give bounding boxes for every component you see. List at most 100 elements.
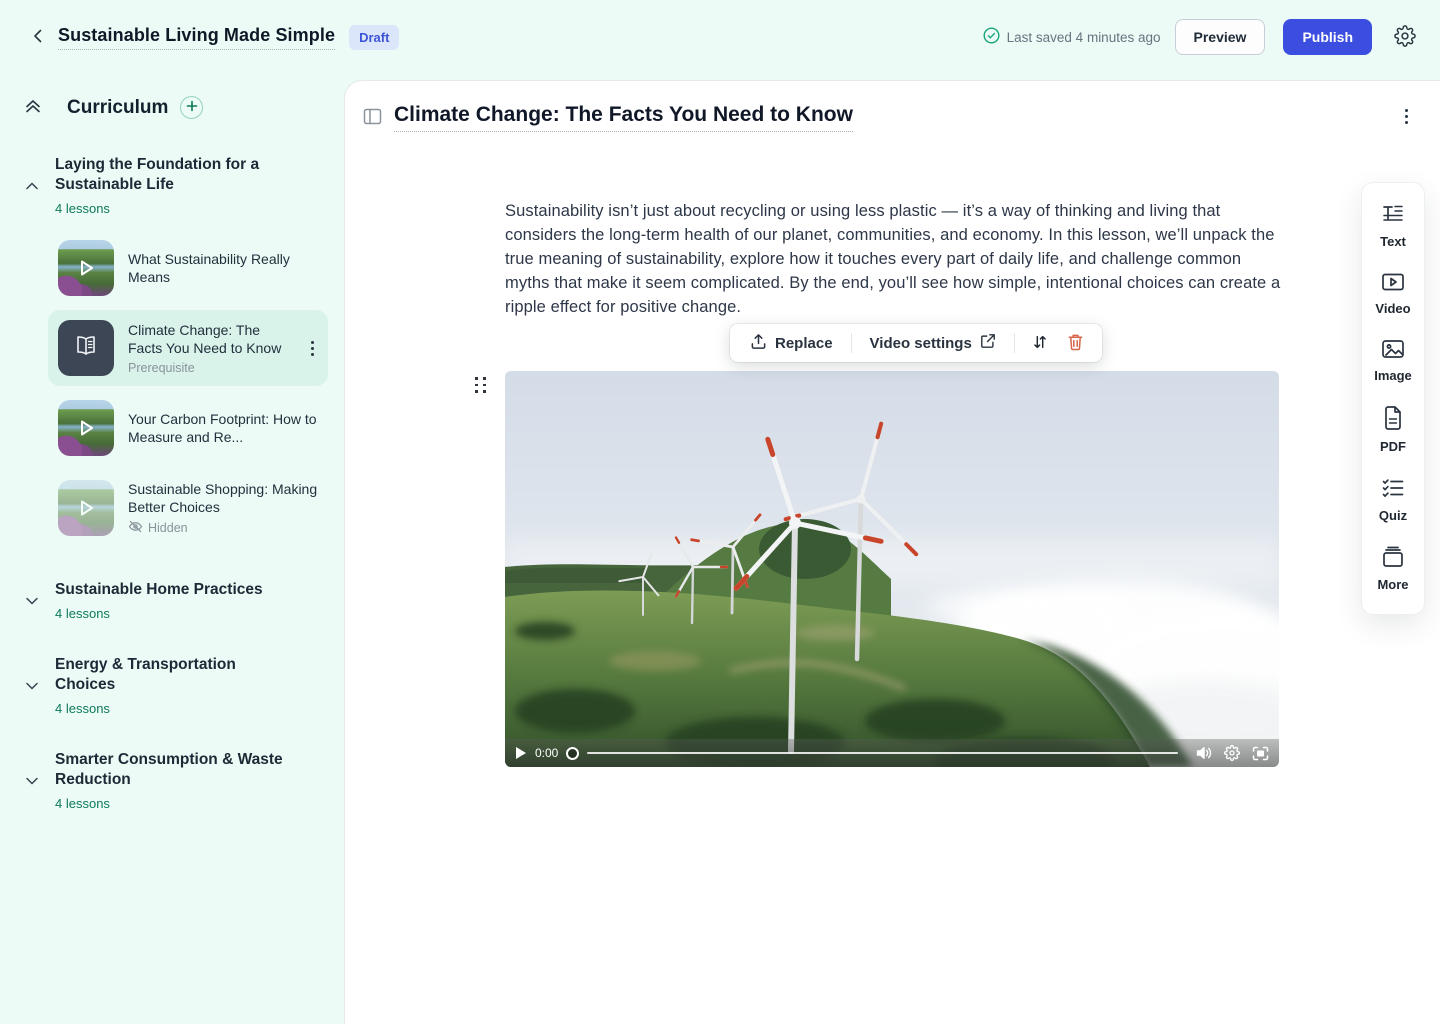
lesson-thumbnail — [58, 400, 114, 456]
add-video-block-button[interactable]: Video — [1375, 272, 1410, 316]
section-lesson-count: 4 lessons — [55, 796, 295, 811]
lesson-options-button[interactable] — [1401, 105, 1412, 128]
more-blocks-icon — [1381, 546, 1405, 571]
lesson-title: What Sustainability Really Means — [128, 250, 318, 286]
section-lesson-count: 4 lessons — [55, 201, 295, 216]
lesson-menu-button[interactable] — [307, 337, 318, 360]
external-link-icon — [980, 333, 996, 353]
lesson-item-hidden[interactable]: Sustainable Shopping: Making Better Choi… — [48, 470, 328, 546]
lesson-item[interactable]: What Sustainability Really Means — [48, 230, 328, 306]
play-icon — [58, 400, 114, 456]
section-header[interactable]: Laying the Foundation for a Sustainable … — [24, 155, 328, 216]
chevron-down-icon — [24, 593, 42, 609]
rail-item-label: Image — [1374, 368, 1412, 383]
curriculum-section: Energy & Transportation Choices 4 lesson… — [24, 655, 328, 716]
chevron-left-icon — [30, 28, 46, 47]
player-settings-button[interactable] — [1224, 745, 1240, 761]
section-title: Laying the Foundation for a Sustainable … — [55, 155, 295, 195]
trash-icon — [1067, 333, 1084, 354]
more-blocks-button[interactable]: More — [1377, 546, 1408, 592]
text-block-icon — [1381, 203, 1405, 228]
status-badge: Draft — [349, 25, 399, 50]
add-pdf-block-button[interactable]: PDF — [1380, 406, 1406, 454]
sort-arrows-icon — [1031, 333, 1049, 354]
open-book-icon — [73, 334, 99, 363]
section-title: Sustainable Home Practices — [55, 580, 263, 600]
add-section-button[interactable] — [180, 96, 203, 119]
preview-button[interactable]: Preview — [1175, 19, 1266, 55]
section-header[interactable]: Smarter Consumption & Waste Reduction 4 … — [24, 750, 328, 811]
save-status: Last saved 4 minutes ago — [983, 27, 1161, 47]
add-quiz-block-button[interactable]: Quiz — [1379, 477, 1407, 523]
page-title[interactable]: Climate Change: The Facts You Need to Kn… — [394, 103, 853, 132]
panel-layout-icon — [363, 108, 382, 128]
lesson-thumbnail — [58, 320, 114, 376]
lesson-item[interactable]: Your Carbon Footprint: How to Measure an… — [48, 390, 328, 466]
add-text-block-button[interactable]: Text — [1380, 203, 1406, 249]
play-button[interactable] — [515, 746, 527, 760]
lesson-meta-label: Hidden — [148, 521, 188, 535]
toggle-sidebar-button[interactable] — [363, 108, 382, 128]
back-button[interactable] — [24, 23, 52, 51]
wind-farm-video-frame — [505, 371, 1279, 767]
lesson-editor-panel: Climate Change: The Facts You Need to Kn… — [344, 80, 1440, 1024]
publish-button[interactable]: Publish — [1283, 19, 1372, 55]
section-title: Smarter Consumption & Waste Reduction — [55, 750, 295, 790]
image-block-icon — [1381, 339, 1405, 362]
lesson-meta: Prerequisite — [128, 361, 293, 375]
fullscreen-button[interactable] — [1252, 746, 1269, 761]
volume-button[interactable] — [1196, 746, 1212, 760]
top-header: Sustainable Living Made Simple Draft Las… — [0, 0, 1440, 74]
check-circle-icon — [983, 27, 1000, 47]
current-time: 0:00 — [535, 746, 558, 760]
lesson-intro-text[interactable]: Sustainability isn’t just about recyclin… — [505, 199, 1281, 319]
quiz-block-icon — [1381, 477, 1405, 502]
video-block-icon — [1381, 272, 1405, 295]
rail-item-label: PDF — [1380, 439, 1406, 454]
lesson-item-selected[interactable]: Climate Change: The Facts You Need to Kn… — [48, 310, 328, 386]
curriculum-section: Smarter Consumption & Waste Reduction 4 … — [24, 750, 328, 811]
rail-item-label: Text — [1380, 234, 1406, 249]
rail-item-label: Quiz — [1379, 508, 1407, 523]
course-title[interactable]: Sustainable Living Made Simple — [58, 25, 335, 50]
chevron-down-icon — [24, 678, 42, 694]
video-settings-button[interactable]: Video settings — [860, 327, 1006, 359]
chevron-down-icon — [24, 773, 42, 789]
chevron-up-icon — [24, 178, 42, 194]
plus-icon — [186, 100, 198, 115]
replace-label: Replace — [775, 335, 833, 352]
section-header[interactable]: Sustainable Home Practices 4 lessons — [24, 580, 328, 621]
lesson-thumbnail — [58, 240, 114, 296]
double-chevron-up-icon — [24, 98, 42, 117]
lesson-title: Your Carbon Footprint: How to Measure an… — [128, 410, 318, 446]
move-block-button[interactable] — [1023, 327, 1057, 360]
replace-video-button[interactable]: Replace — [740, 327, 843, 360]
curriculum-heading: Curriculum — [67, 97, 168, 119]
add-image-block-button[interactable]: Image — [1374, 339, 1412, 383]
lesson-title: Climate Change: The Facts You Need to Kn… — [128, 321, 293, 357]
eye-off-icon — [128, 520, 143, 536]
lesson-title: Sustainable Shopping: Making Better Choi… — [128, 480, 318, 516]
video-controls-bar: 0:00 — [505, 739, 1279, 767]
video-player[interactable]: 0:00 — [505, 371, 1279, 767]
video-block-toolbar: Replace Video settings — [730, 324, 1102, 362]
collapse-all-button[interactable] — [24, 98, 42, 117]
curriculum-section: Sustainable Home Practices 4 lessons — [24, 580, 328, 621]
section-lesson-count: 4 lessons — [55, 701, 295, 716]
settings-button[interactable] — [1394, 25, 1416, 50]
upload-icon — [750, 333, 767, 354]
section-header[interactable]: Energy & Transportation Choices 4 lesson… — [24, 655, 328, 716]
curriculum-section: Laying the Foundation for a Sustainable … — [24, 155, 328, 546]
curriculum-sidebar: Curriculum Laying the Foundation for a S… — [0, 74, 344, 1024]
add-block-rail: Text Video Image PDF Quiz — [1361, 182, 1425, 615]
lesson-thumbnail — [58, 480, 114, 536]
scrubber-handle[interactable] — [566, 747, 579, 760]
delete-block-button[interactable] — [1059, 327, 1092, 360]
progress-track[interactable] — [587, 752, 1178, 754]
video-settings-label: Video settings — [870, 335, 972, 352]
block-drag-handle[interactable] — [475, 377, 487, 393]
section-title: Energy & Transportation Choices — [55, 655, 295, 695]
rail-item-label: More — [1377, 577, 1408, 592]
toolbar-divider — [1014, 333, 1015, 353]
pdf-block-icon — [1383, 406, 1403, 433]
